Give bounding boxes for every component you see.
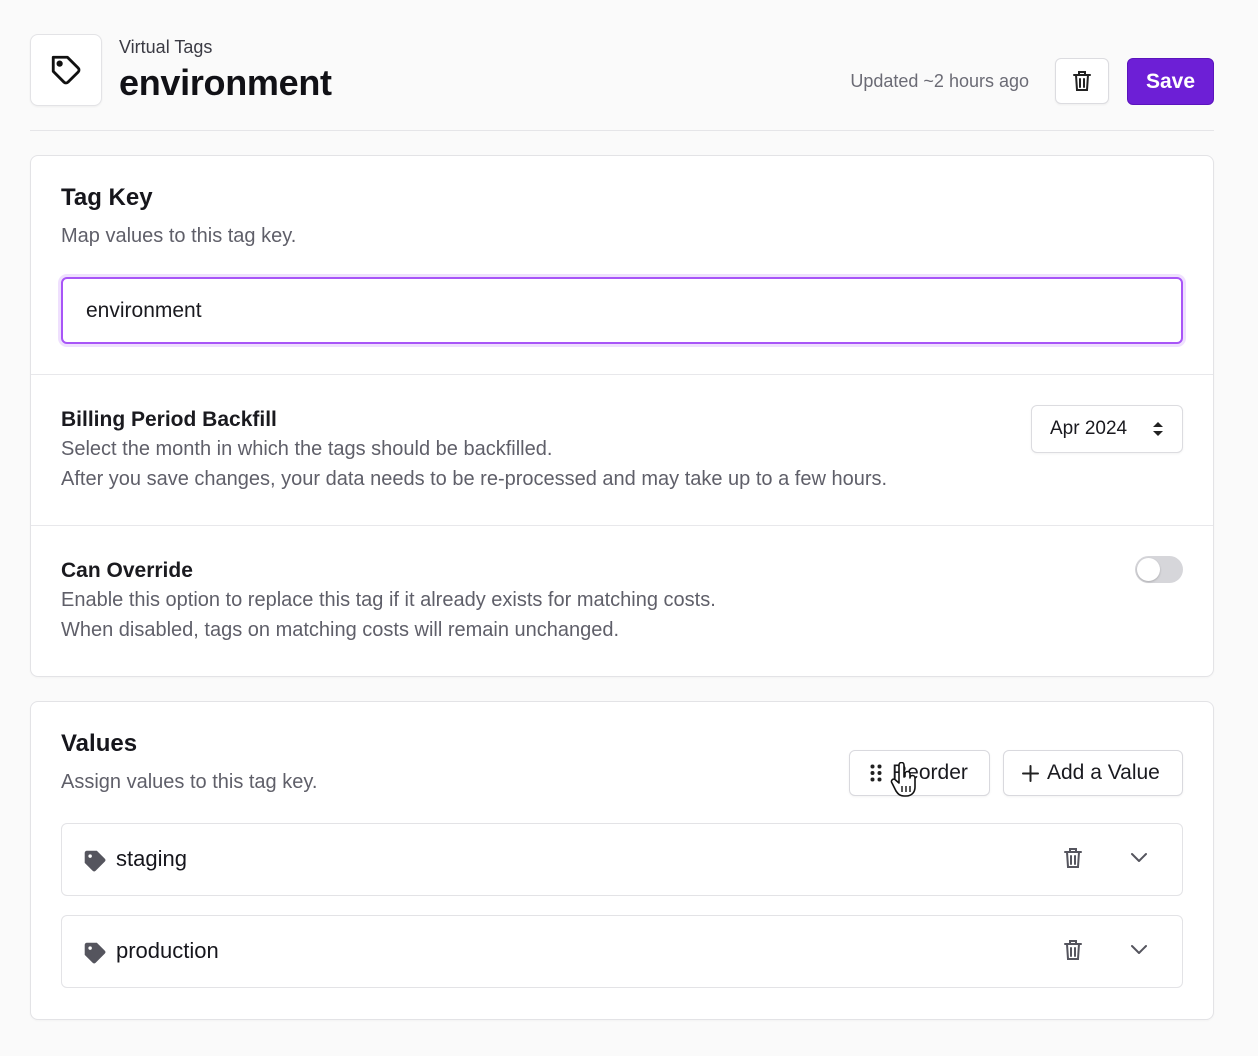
override-description: Enable this option to replace this tag i… [61,589,716,611]
backfill-month-select[interactable]: Apr 2024 [1031,405,1183,453]
tag-key-title: Tag Key [61,184,153,211]
override-note: When disabled, tags on matching costs wi… [61,619,620,641]
tag-filled-icon [84,942,106,964]
tag-settings-card: Tag Key Map values to this tag key. Bill… [30,155,1214,677]
header-divider [30,130,1214,131]
trash-icon[interactable] [1063,847,1083,869]
backfill-description: Select the month in which the tags shoul… [61,438,553,460]
toggle-knob [1137,558,1160,581]
page-title: environment [119,62,332,103]
backfill-note: After you save changes, your data needs … [61,468,888,490]
chevron-down-icon[interactable] [1130,943,1148,955]
selected-month: Apr 2024 [1050,418,1128,439]
override-toggle[interactable] [1135,556,1183,583]
trash-icon[interactable] [1063,939,1083,961]
value-row[interactable]: staging [61,823,1183,896]
divider [31,525,1213,526]
add-value-label: Add a Value [1047,761,1160,784]
delete-button[interactable] [1055,58,1109,104]
plus-icon [1022,764,1039,782]
value-label: production [116,938,219,963]
tag-icon [30,34,102,106]
add-value-button[interactable]: Add a Value [1003,750,1183,796]
hand-cursor-icon [890,762,916,797]
tag-key-input[interactable] [61,277,1183,344]
updated-timestamp: Updated ~2 hours ago [850,71,1029,91]
override-title: Can Override [61,559,193,582]
breadcrumb[interactable]: Virtual Tags [119,37,212,58]
tag-filled-icon [84,850,106,872]
value-label: staging [116,846,187,871]
chevron-down-icon[interactable] [1130,851,1148,863]
backfill-title: Billing Period Backfill [61,408,277,431]
values-card: Values Assign values to this tag key. Re… [30,701,1214,1020]
value-row[interactable]: production [61,915,1183,988]
divider [31,374,1213,375]
sort-arrows-icon [1153,422,1163,436]
save-button[interactable]: Save [1127,58,1214,105]
values-description: Assign values to this tag key. [61,771,318,793]
trash-icon [1073,71,1091,91]
values-title: Values [61,730,138,757]
tag-key-description: Map values to this tag key. [61,225,297,247]
page-header: Virtual Tags environment Updated ~2 hour… [30,34,1214,106]
drag-handle-icon [870,764,882,782]
